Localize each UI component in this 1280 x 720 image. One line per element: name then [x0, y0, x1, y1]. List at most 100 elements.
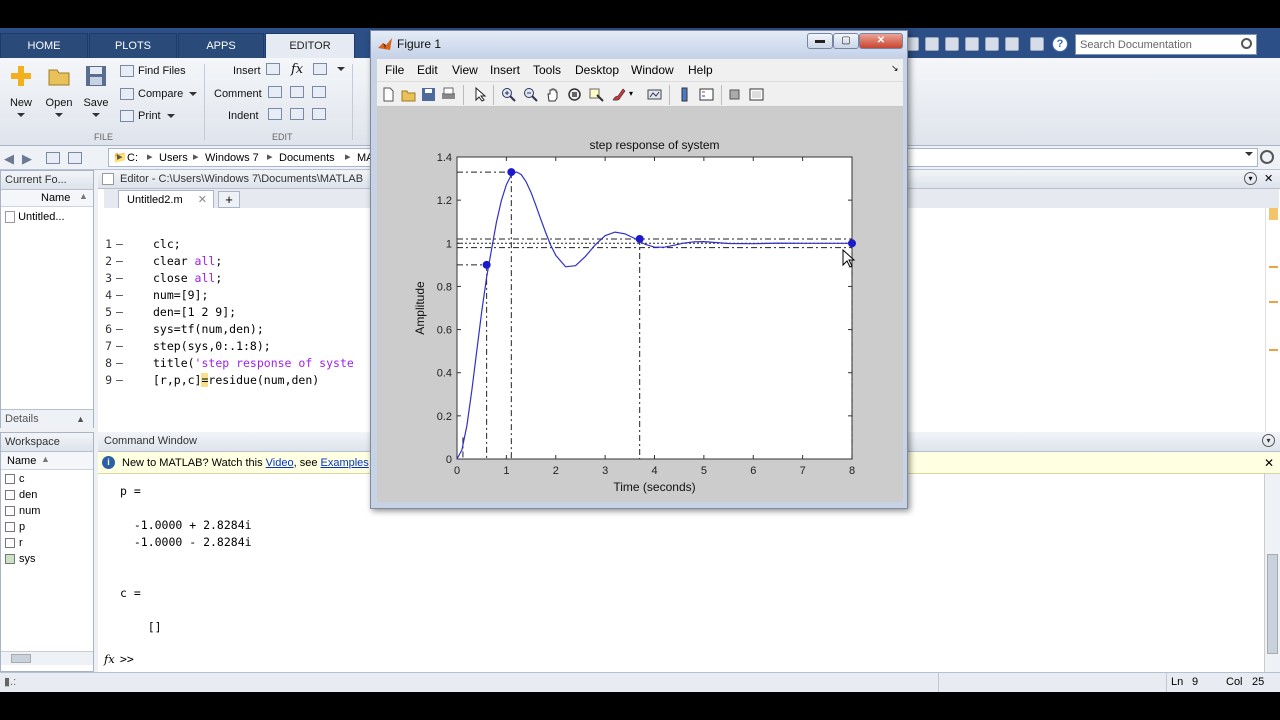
tab-editor[interactable]: EDITOR	[265, 33, 355, 58]
command-prompt[interactable]: >>	[120, 652, 134, 666]
increase-indent-icon[interactable]	[290, 108, 308, 121]
minimize-button[interactable]: ▬	[807, 33, 833, 49]
link-plot-icon[interactable]	[647, 87, 662, 102]
menu-file[interactable]: File	[385, 63, 404, 77]
horizontal-scrollbar[interactable]	[1, 651, 93, 665]
decrease-indent-icon[interactable]	[312, 108, 330, 121]
pan-hand-icon[interactable]	[545, 87, 560, 102]
warning-marker[interactable]	[1269, 349, 1278, 351]
search-folder-icon[interactable]	[1260, 150, 1274, 164]
menu-help[interactable]: Help	[688, 63, 713, 77]
breakpoint-marker[interactable]: –	[116, 237, 123, 251]
menu-desktop[interactable]: Desktop	[575, 63, 619, 77]
chevron-down-icon[interactable]	[1245, 152, 1253, 156]
comment-icon[interactable]	[268, 86, 286, 99]
cut-icon[interactable]	[925, 37, 939, 51]
insert-colorbar-icon[interactable]	[677, 87, 692, 102]
menu-edit[interactable]: Edit	[417, 63, 438, 77]
smart-indent-icon[interactable]	[268, 108, 286, 121]
scrollbar-thumb[interactable]	[1267, 554, 1278, 654]
menu-window[interactable]: Window	[631, 63, 674, 77]
data-cursor-icon[interactable]	[589, 87, 604, 102]
figure-window[interactable]: Figure 1 ▬ ▢ ✕ File Edit View Insert Too…	[370, 30, 908, 509]
warning-marker[interactable]	[1269, 266, 1278, 268]
help-icon[interactable]: ?	[1052, 36, 1068, 52]
brush-icon[interactable]	[611, 87, 626, 102]
breakpoint-marker[interactable]: –	[116, 356, 123, 370]
menu-insert[interactable]: Insert	[490, 63, 520, 77]
switch-windows-icon[interactable]	[1030, 37, 1044, 51]
tab-untitled2[interactable]: Untitled2.m ✕	[118, 190, 214, 209]
warning-indicator[interactable]	[1269, 208, 1278, 220]
print-figure-icon[interactable]	[441, 87, 456, 102]
video-link[interactable]: Video	[266, 457, 294, 469]
editor-options-icon[interactable]: ▾	[1244, 172, 1257, 185]
breakpoint-marker[interactable]: –	[116, 322, 123, 336]
insert-legend-icon[interactable]	[699, 87, 714, 102]
close-tab-icon[interactable]: ✕	[198, 191, 207, 209]
save-figure-icon[interactable]	[421, 87, 436, 102]
redo-icon[interactable]	[1005, 37, 1019, 51]
breakpoint-marker[interactable]: –	[116, 305, 123, 319]
details-bar[interactable]: Details ▲	[1, 409, 93, 428]
tab-plots[interactable]: PLOTS	[89, 33, 177, 58]
step-response-chart[interactable]: 0 1 2 3 4 5 6 7 8 0 0.2 0.4 0.6 0.8 1 1.2 1.4 step respon…	[377, 107, 903, 502]
fx-insert-function-button[interactable]: fx	[291, 62, 303, 77]
comment-button[interactable]: Comment	[214, 88, 262, 100]
breadcrumb-documents[interactable]: Documents	[279, 152, 335, 164]
fx-icon[interactable]: fx	[104, 652, 115, 666]
menu-view[interactable]: View	[452, 63, 478, 77]
menu-tools[interactable]: Tools	[533, 63, 561, 77]
browse-folder-icon[interactable]	[68, 149, 86, 164]
up-folder-icon[interactable]	[46, 149, 64, 164]
chevron-down-icon[interactable]: ▾	[629, 89, 633, 98]
list-item[interactable]: Untitled...	[5, 211, 65, 224]
rotate-3d-icon[interactable]	[567, 87, 582, 102]
open-file-icon[interactable]	[401, 87, 416, 102]
breadcrumb-drive[interactable]: C:	[127, 152, 138, 164]
hide-plot-tools-icon[interactable]	[727, 87, 742, 102]
paste-icon[interactable]	[965, 37, 979, 51]
new-button[interactable]: New	[8, 64, 34, 121]
dock-arrow-icon[interactable]: ↘	[891, 63, 899, 74]
open-button[interactable]: Open	[44, 64, 74, 121]
show-plot-tools-icon[interactable]	[749, 87, 764, 102]
wrap-comments-icon[interactable]	[312, 86, 330, 99]
forward-arrow-icon[interactable]: ▶	[22, 151, 32, 167]
tab-home[interactable]: HOME	[0, 33, 88, 58]
copy-icon[interactable]	[945, 37, 959, 51]
breakpoint-marker[interactable]: –	[116, 254, 123, 268]
insert-table-icon[interactable]	[313, 63, 345, 76]
back-arrow-icon[interactable]: ◀	[4, 151, 14, 167]
command-options-icon[interactable]: ▾	[1262, 434, 1275, 447]
add-tab-button[interactable]: +	[218, 191, 240, 208]
scrollbar-thumb[interactable]	[11, 654, 31, 663]
breakpoint-marker[interactable]: –	[116, 271, 123, 285]
new-figure-icon[interactable]	[381, 87, 396, 102]
examples-link[interactable]: Examples	[321, 457, 369, 469]
uncomment-icon[interactable]	[290, 86, 308, 99]
column-header[interactable]: Name ▲	[1, 190, 93, 207]
workspace-variable[interactable]: sys	[5, 553, 36, 565]
workspace-variable[interactable]: p	[5, 521, 25, 533]
workspace-variable[interactable]: den	[5, 489, 37, 501]
maximize-button[interactable]: ▢	[833, 33, 859, 49]
tab-apps[interactable]: APPS	[178, 33, 264, 58]
insert-button[interactable]: Insert	[233, 65, 261, 77]
workspace-variable[interactable]: c	[5, 473, 25, 485]
breadcrumb-windows7[interactable]: Windows 7	[205, 152, 259, 164]
breakpoint-marker[interactable]: –	[116, 288, 123, 302]
zoom-in-icon[interactable]	[501, 87, 516, 102]
print-button[interactable]: Print	[120, 110, 175, 123]
breakpoint-marker[interactable]: –	[116, 373, 123, 387]
workspace-variable[interactable]: r	[5, 537, 23, 549]
zoom-out-icon[interactable]	[523, 87, 538, 102]
search-icon[interactable]	[1241, 38, 1252, 49]
close-button[interactable]: ✕	[859, 33, 903, 49]
warning-marker[interactable]	[1269, 301, 1278, 303]
edit-plot-arrow-icon[interactable]	[473, 87, 488, 102]
indent-button[interactable]: Indent	[228, 110, 259, 122]
column-header[interactable]: Name ▲	[1, 452, 93, 470]
search-documentation-input[interactable]: Search Documentation	[1075, 34, 1257, 55]
undo-icon[interactable]	[985, 37, 999, 51]
